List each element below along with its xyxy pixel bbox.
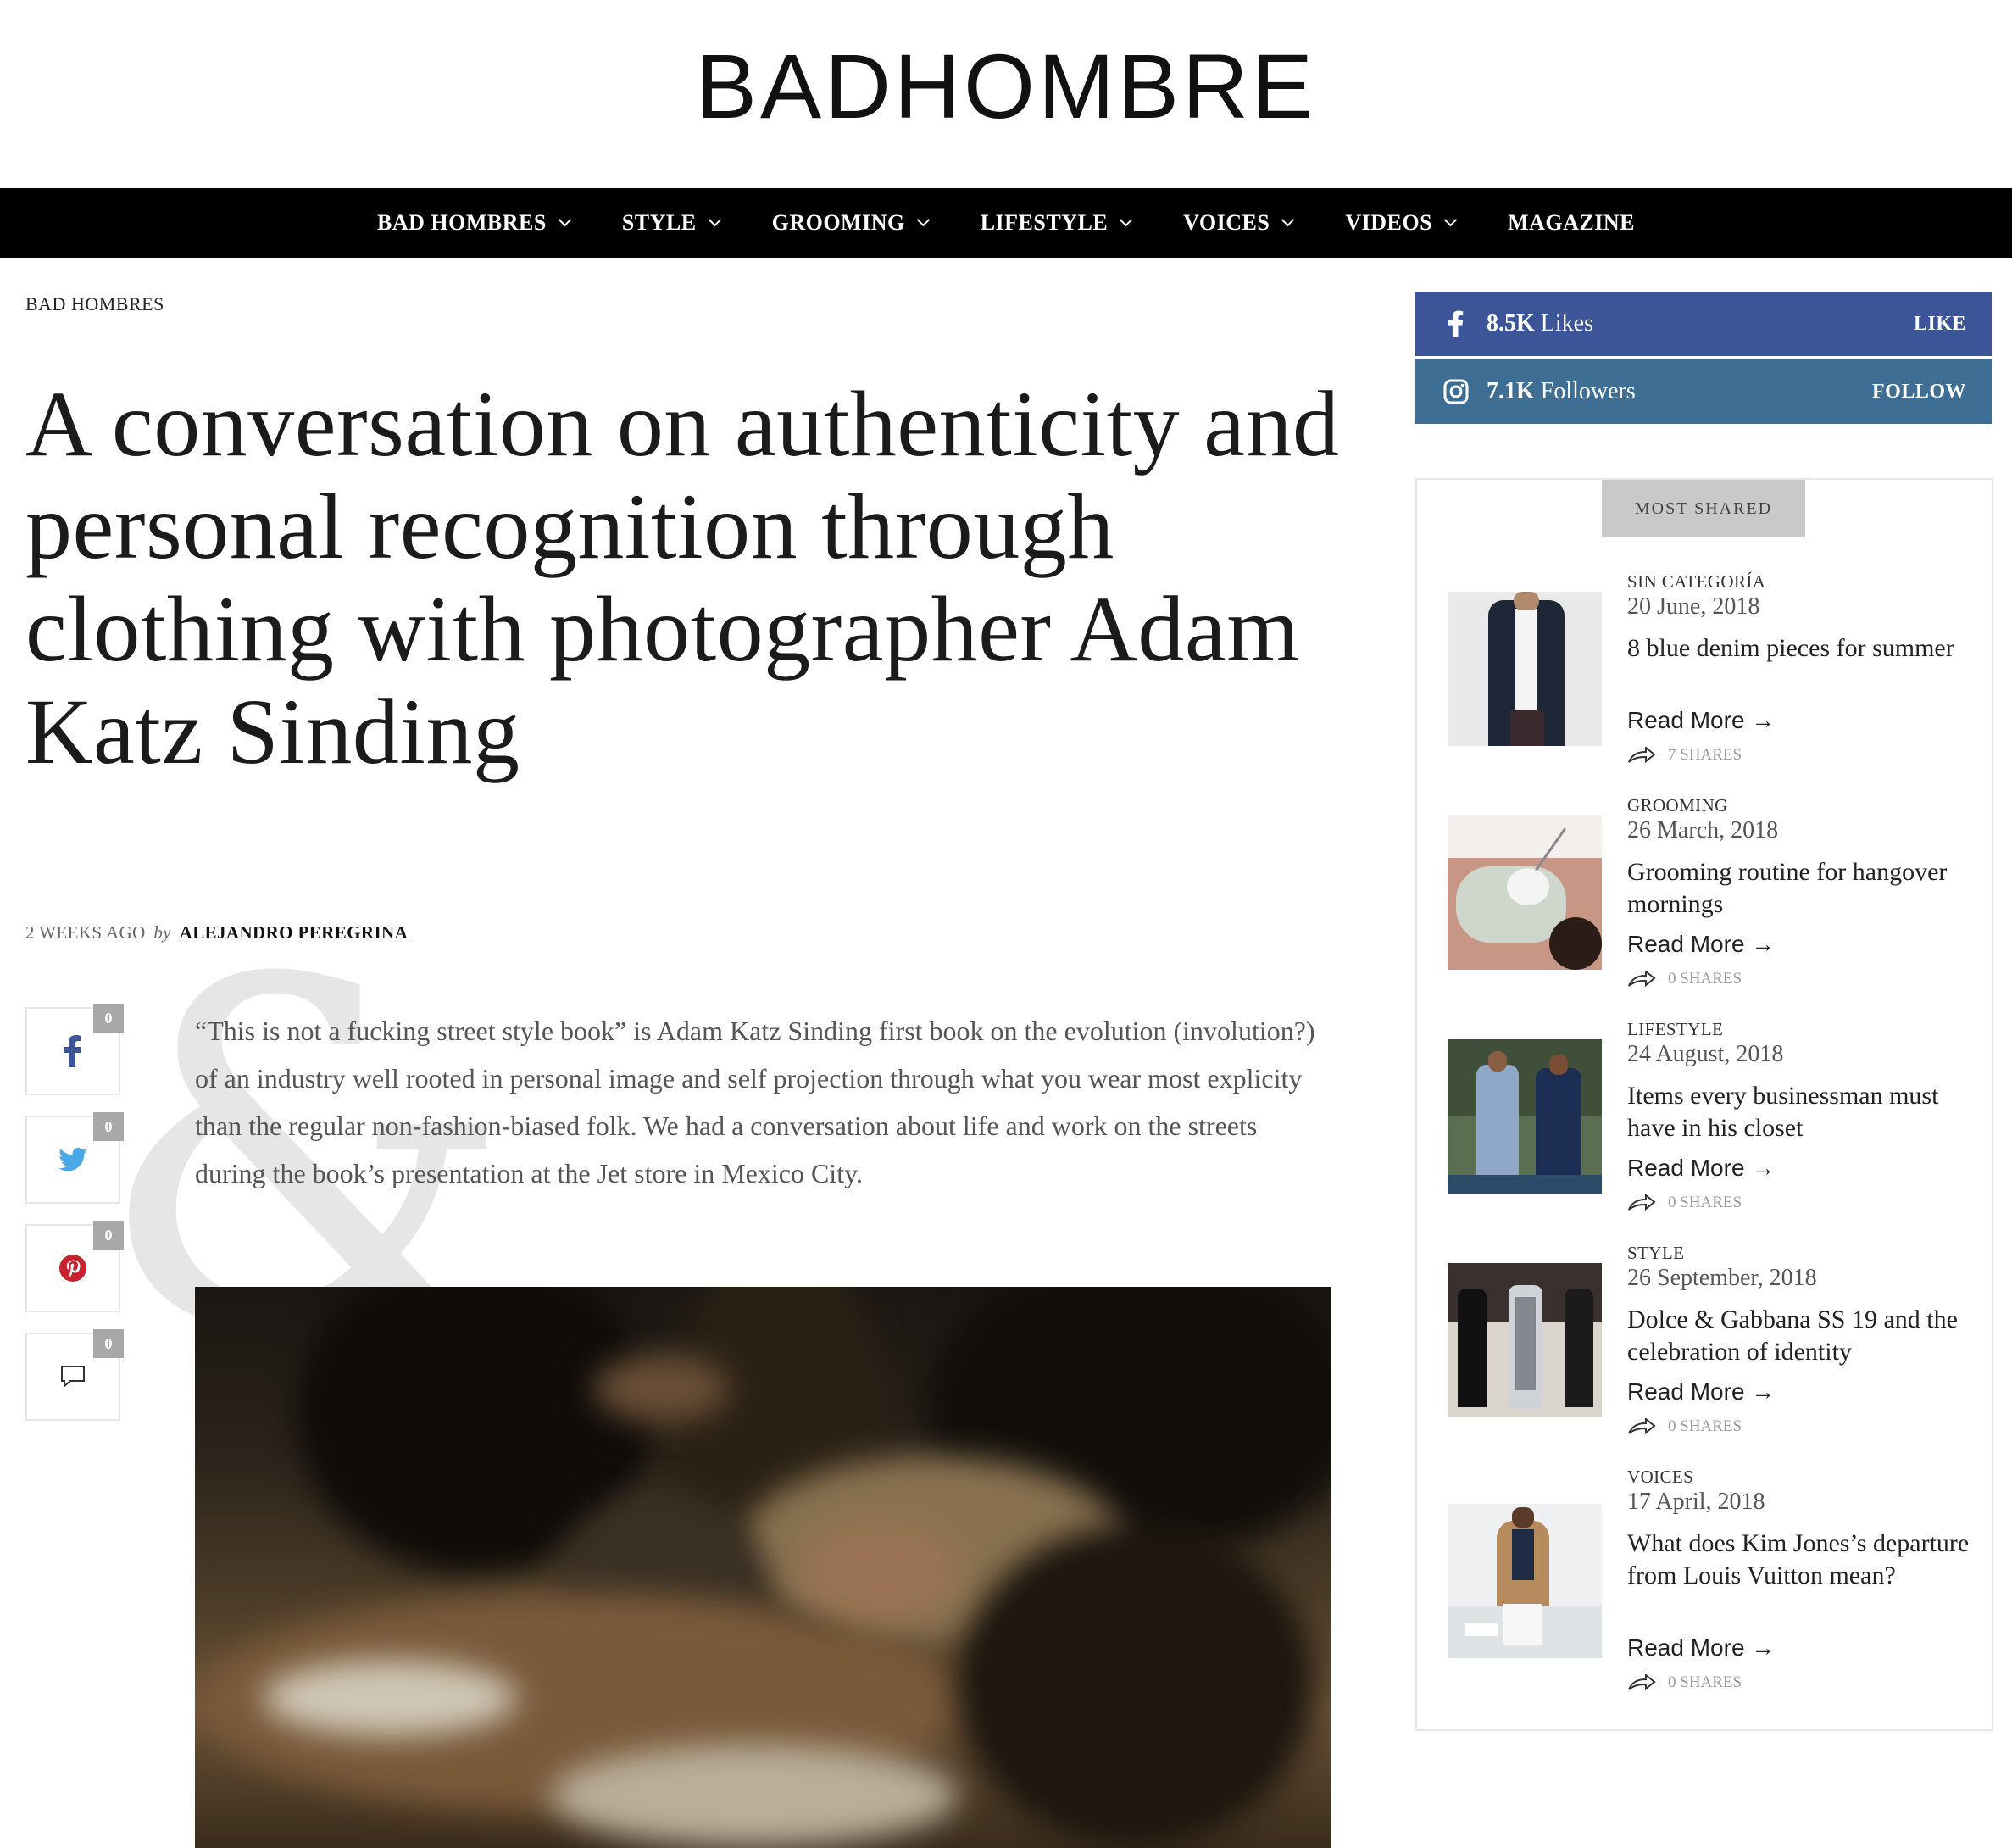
post-title[interactable]: Grooming routine for hangover mornings xyxy=(1627,856,1983,921)
share-count: 0 xyxy=(93,1221,124,1250)
post-thumbnail[interactable] xyxy=(1448,592,1602,746)
nav-item-label: MAGAZINE xyxy=(1508,210,1635,235)
nav-item-lifestyle[interactable]: LIFESTYLE xyxy=(980,210,1133,236)
facebook-like-button[interactable]: LIKE xyxy=(1914,313,1966,336)
comment-icon xyxy=(61,1366,85,1389)
post-shares-count: 0 SHARES xyxy=(1668,970,1742,988)
chevron-down-icon xyxy=(708,213,721,226)
most-shared-post[interactable]: SIN CATEGORÍA 20 June, 2018 8 blue denim… xyxy=(1448,571,1990,775)
post-thumbnail[interactable] xyxy=(1448,1263,1602,1417)
facebook-like-bar[interactable]: 8.5K Likes LIKE xyxy=(1415,292,1992,356)
nav-item-videos[interactable]: VIDEOS xyxy=(1345,210,1458,236)
post-shares-count: 0 SHARES xyxy=(1668,1417,1742,1435)
article-hero-image xyxy=(195,1287,1331,1848)
most-shared-post[interactable]: VOICES 17 April, 2018 What does Kim Jone… xyxy=(1448,1467,1990,1691)
read-more-link[interactable]: Read More → xyxy=(1627,931,1775,958)
main-nav: BAD HOMBRES STYLE GROOMING LIFESTYLE VOI… xyxy=(0,188,2012,258)
chevron-down-icon xyxy=(916,213,930,226)
chevron-down-icon xyxy=(558,213,572,226)
post-date: 24 August, 2018 xyxy=(1627,1041,1784,1067)
article-intro: “This is not a fucking street style book… xyxy=(195,1016,1315,1188)
read-more-link[interactable]: Read More → xyxy=(1627,1155,1775,1182)
instagram-follow-button[interactable]: FOLLOW xyxy=(1872,381,1966,404)
share-count: 0 xyxy=(93,1112,124,1141)
post-shares-count: 0 SHARES xyxy=(1668,1673,1742,1691)
nav-item-label: VOICES xyxy=(1183,210,1270,235)
site-logo[interactable]: BADHOMBRE xyxy=(0,41,2012,132)
twitter-icon xyxy=(58,1148,87,1172)
instagram-follow-bar[interactable]: 7.1K Followers FOLLOW xyxy=(1415,359,1992,424)
nav-item-magazine[interactable]: MAGAZINE xyxy=(1508,210,1635,236)
post-title[interactable]: What does Kim Jones’s departure from Lou… xyxy=(1627,1528,1983,1592)
share-arrow-icon xyxy=(1628,747,1656,764)
post-category[interactable]: VOICES xyxy=(1627,1467,1693,1488)
share-count: 0 xyxy=(93,1004,124,1033)
article-title: A conversation on authenticity and perso… xyxy=(25,372,1340,783)
post-category[interactable]: GROOMING xyxy=(1627,795,1728,816)
post-shares: 0 SHARES xyxy=(1627,970,1742,988)
post-shares: 7 SHARES xyxy=(1627,746,1742,765)
post-category[interactable]: SIN CATEGORÍA xyxy=(1627,571,1765,593)
most-shared-tab: MOST SHARED xyxy=(1602,480,1805,537)
comments-button[interactable]: 0 xyxy=(25,1329,124,1421)
post-title[interactable]: Dolce & Gabbana SS 19 and the celebratio… xyxy=(1627,1304,1983,1368)
chevron-down-icon xyxy=(1443,213,1458,226)
facebook-likes-count: 8.5K Likes xyxy=(1487,310,1593,337)
post-shares-count: 7 SHARES xyxy=(1668,746,1742,764)
chevron-down-icon xyxy=(1119,213,1133,226)
share-arrow-icon xyxy=(1628,1418,1656,1435)
nav-item-grooming[interactable]: GROOMING xyxy=(771,210,930,236)
breadcrumb-category[interactable]: BAD HOMBRES xyxy=(25,293,164,315)
read-more-link[interactable]: Read More → xyxy=(1627,1634,1775,1662)
post-date: 17 April, 2018 xyxy=(1627,1489,1765,1515)
post-category[interactable]: STYLE xyxy=(1627,1243,1684,1264)
post-shares: 0 SHARES xyxy=(1627,1194,1742,1212)
post-shares: 0 SHARES xyxy=(1627,1673,1742,1692)
facebook-share-button[interactable]: 0 xyxy=(25,1004,124,1095)
share-arrow-icon xyxy=(1628,971,1656,988)
nav-item-label: STYLE xyxy=(621,210,697,235)
post-date: 26 March, 2018 xyxy=(1627,817,1779,843)
instagram-followers-count: 7.1K Followers xyxy=(1487,378,1636,404)
post-date: 26 September, 2018 xyxy=(1627,1265,1817,1291)
nav-item-label: VIDEOS xyxy=(1345,210,1433,235)
nav-item-voices[interactable]: VOICES xyxy=(1183,210,1295,236)
most-shared-post[interactable]: STYLE 26 September, 2018 Dolce & Gabbana… xyxy=(1448,1243,1990,1446)
facebook-icon xyxy=(1437,310,1475,337)
read-more-link[interactable]: Read More → xyxy=(1627,1378,1775,1405)
read-more-link[interactable]: Read More → xyxy=(1627,707,1775,734)
most-shared-post[interactable]: GROOMING 26 March, 2018 Grooming routine… xyxy=(1448,795,1990,999)
nav-item-label: BAD HOMBRES xyxy=(377,210,547,235)
nav-item-label: GROOMING xyxy=(771,210,905,235)
post-shares-count: 0 SHARES xyxy=(1668,1194,1742,1211)
comment-count: 0 xyxy=(93,1329,124,1358)
instagram-icon xyxy=(1437,379,1475,404)
post-thumbnail[interactable] xyxy=(1448,815,1602,970)
nav-item-label: LIFESTYLE xyxy=(980,210,1109,235)
facebook-icon xyxy=(64,1035,81,1067)
post-title[interactable]: 8 blue denim pieces for summer xyxy=(1627,632,1983,665)
pinterest-share-button[interactable]: 0 xyxy=(25,1221,124,1312)
share-buttons: 0 0 0 0 xyxy=(25,1004,124,1441)
nav-item-style[interactable]: STYLE xyxy=(621,210,721,236)
nav-item-bad-hombres[interactable]: BAD HOMBRES xyxy=(377,210,572,236)
most-shared-post[interactable]: LIFESTYLE 24 August, 2018 Items every bu… xyxy=(1448,1019,1990,1222)
chevron-down-icon xyxy=(1281,213,1295,226)
post-thumbnail[interactable] xyxy=(1448,1039,1602,1194)
share-arrow-icon xyxy=(1628,1194,1656,1211)
post-title[interactable]: Items every businessman must have in his… xyxy=(1627,1080,1983,1144)
pinterest-icon xyxy=(59,1255,86,1282)
post-category[interactable]: LIFESTYLE xyxy=(1627,1019,1723,1040)
share-arrow-icon xyxy=(1628,1674,1656,1691)
twitter-share-button[interactable]: 0 xyxy=(25,1112,124,1204)
post-date: 20 June, 2018 xyxy=(1627,593,1760,620)
post-shares: 0 SHARES xyxy=(1627,1417,1742,1436)
post-thumbnail[interactable] xyxy=(1448,1504,1602,1658)
